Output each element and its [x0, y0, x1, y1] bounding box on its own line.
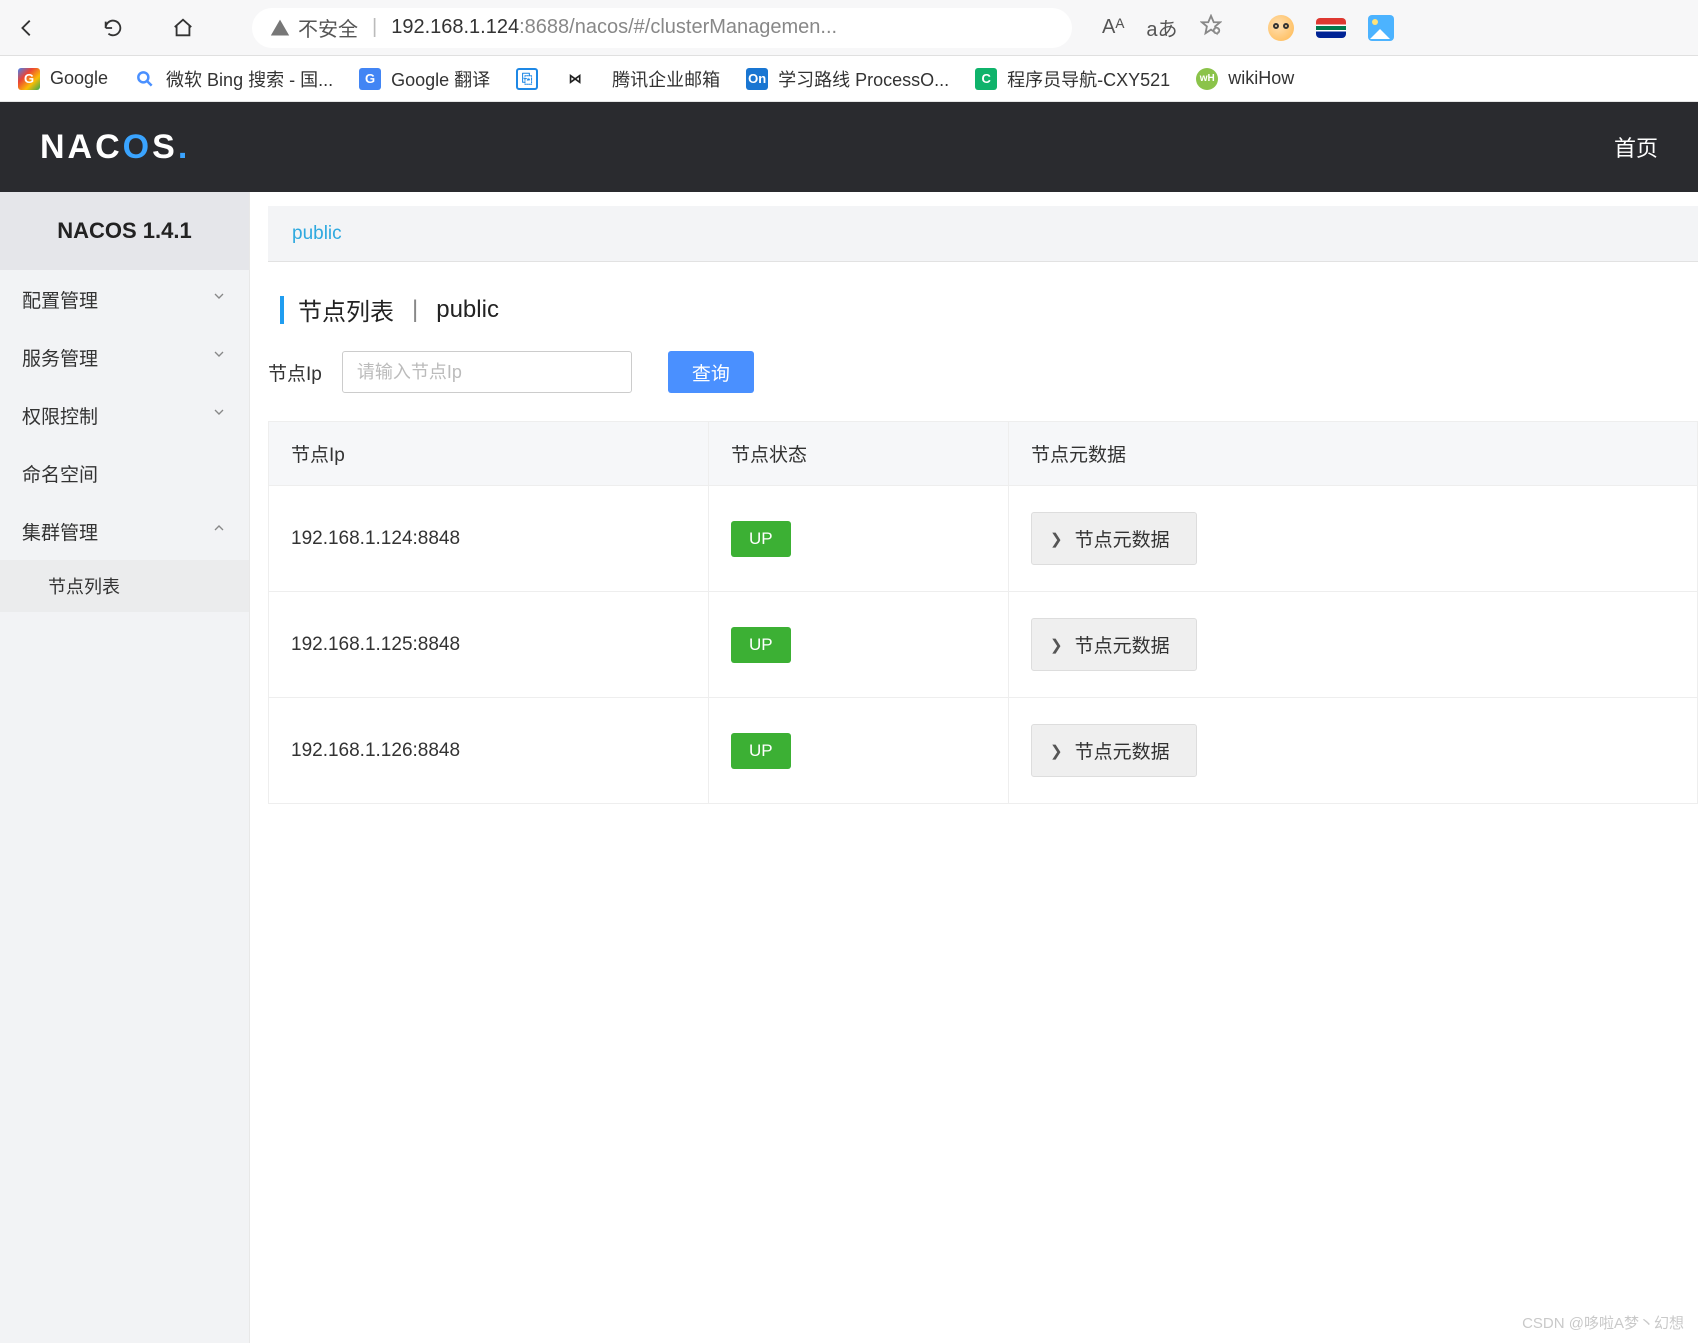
sidebar-item-label: 集群管理: [22, 518, 98, 545]
col-ip: 节点Ip: [269, 422, 709, 486]
chevron-down-icon: [211, 346, 227, 368]
status-badge: UP: [731, 627, 791, 663]
warning-icon: [270, 18, 290, 38]
table-row: 192.168.1.125:8848 UP ❯节点元数据: [269, 592, 1698, 698]
watermark: CSDN @哆啦A梦丶幻想: [1522, 1312, 1684, 1333]
title-separator: |: [412, 296, 418, 324]
chevron-right-icon: ❯: [1050, 636, 1063, 654]
nacos-logo: NACOS.: [40, 128, 190, 167]
cell-ip: 192.168.1.125:8848: [269, 592, 709, 698]
bookmark-app2[interactable]: ⋈: [564, 68, 586, 90]
node-table: 节点Ip 节点状态 节点元数据 192.168.1.124:8848 UP ❯节…: [268, 421, 1698, 804]
page-title-text: 节点列表: [298, 292, 394, 327]
sidebar-sub-nodelist[interactable]: 节点列表: [0, 560, 249, 612]
table-row: 192.168.1.124:8848 UP ❯节点元数据: [269, 486, 1698, 592]
page-title: 节点列表 | public: [280, 292, 1698, 327]
sidebar-item-label: 权限控制: [22, 402, 98, 429]
namespace-tabs: public: [268, 206, 1698, 262]
app-body: NACOS 1.4.1 配置管理 服务管理 权限控制 命名空间 集群管理 节点列…: [0, 192, 1698, 1343]
main-content: public 节点列表 | public 节点Ip 查询 节点Ip 节点状态 节…: [250, 192, 1698, 1343]
page-namespace: public: [436, 296, 499, 324]
meta-expand-button[interactable]: ❯节点元数据: [1031, 724, 1197, 777]
browser-toolbar: 不安全 | 192.168.1.124:8688/nacos/#/cluster…: [0, 0, 1698, 56]
insecure-badge: 不安全: [270, 13, 358, 42]
table-header-row: 节点Ip 节点状态 节点元数据: [269, 422, 1698, 486]
bookmark-processon[interactable]: On学习路线 ProcessO...: [746, 66, 949, 92]
bookmark-google[interactable]: GGoogle: [18, 68, 108, 90]
cell-status: UP: [709, 592, 1009, 698]
sidebar-item-config[interactable]: 配置管理: [0, 270, 249, 328]
sidebar-item-label: 服务管理: [22, 344, 98, 371]
sidebar-item-label: 命名空间: [22, 460, 98, 487]
cell-meta: ❯节点元数据: [1009, 592, 1698, 698]
bookmark-bing[interactable]: 微软 Bing 搜索 - 国...: [134, 66, 333, 92]
cell-meta: ❯节点元数据: [1009, 486, 1698, 592]
sidebar-item-namespace[interactable]: 命名空间: [0, 444, 249, 502]
tab-public[interactable]: public: [292, 223, 342, 245]
reading-mode-icon[interactable]: Aᴬ: [1102, 16, 1124, 39]
bookmark-app1[interactable]: ⎘: [516, 68, 538, 90]
search-icon: [134, 68, 156, 90]
app-header: NACOS. 首页: [0, 102, 1698, 192]
node-ip-input[interactable]: [342, 351, 632, 393]
cell-meta: ❯节点元数据: [1009, 698, 1698, 804]
col-status: 节点状态: [709, 422, 1009, 486]
home-icon[interactable]: [172, 17, 194, 39]
status-badge: UP: [731, 521, 791, 557]
filter-label-ip: 节点Ip: [268, 359, 322, 386]
favorite-icon[interactable]: [1200, 14, 1222, 42]
address-bar[interactable]: 不安全 | 192.168.1.124:8688/nacos/#/cluster…: [252, 8, 1072, 48]
url-text: 192.168.1.124:8688/nacos/#/clusterManage…: [391, 16, 1040, 39]
col-meta: 节点元数据: [1009, 422, 1698, 486]
translate-icon[interactable]: aあ: [1146, 13, 1177, 42]
title-bar-accent: [280, 296, 284, 324]
sidebar-item-permission[interactable]: 权限控制: [0, 386, 249, 444]
meta-expand-button[interactable]: ❯节点元数据: [1031, 512, 1197, 565]
sidebar-item-cluster[interactable]: 集群管理: [0, 502, 249, 560]
cell-status: UP: [709, 698, 1009, 804]
chevron-down-icon: [211, 288, 227, 310]
cell-ip: 192.168.1.126:8848: [269, 698, 709, 804]
bookmark-wikihow[interactable]: wHwikiHow: [1196, 68, 1294, 90]
sidebar-title: NACOS 1.4.1: [0, 192, 249, 270]
cell-ip: 192.168.1.124:8848: [269, 486, 709, 592]
bookmark-tencent-mail[interactable]: 腾讯企业邮箱: [612, 66, 720, 92]
status-badge: UP: [731, 733, 791, 769]
query-button[interactable]: 查询: [668, 351, 754, 393]
cell-status: UP: [709, 486, 1009, 592]
meta-expand-button[interactable]: ❯节点元数据: [1031, 618, 1197, 671]
table-row: 192.168.1.126:8848 UP ❯节点元数据: [269, 698, 1698, 804]
bookmark-google-translate[interactable]: GGoogle 翻译: [359, 66, 490, 92]
bookmark-cxy521[interactable]: C程序员导航-CXY521: [975, 66, 1170, 92]
nav-home[interactable]: 首页: [1614, 131, 1658, 163]
sidebar-item-service[interactable]: 服务管理: [0, 328, 249, 386]
chevron-right-icon: ❯: [1050, 530, 1063, 548]
chevron-right-icon: ❯: [1050, 742, 1063, 760]
bookmarks-bar: GGoogle 微软 Bing 搜索 - 国... GGoogle 翻译 ⎘ ⋈…: [0, 56, 1698, 102]
toolbar-right: Aᴬ aあ: [1102, 13, 1394, 42]
photos-icon[interactable]: [1368, 15, 1394, 41]
refresh-icon[interactable]: [102, 17, 124, 39]
flag-icon[interactable]: [1316, 18, 1346, 38]
filter-row: 节点Ip 查询: [268, 351, 1698, 393]
chevron-up-icon: [211, 520, 227, 542]
back-icon[interactable]: [16, 17, 38, 39]
sidebar: NACOS 1.4.1 配置管理 服务管理 权限控制 命名空间 集群管理 节点列…: [0, 192, 250, 1343]
chevron-down-icon: [211, 404, 227, 426]
addr-separator: |: [372, 16, 377, 39]
sidebar-item-label: 配置管理: [22, 286, 98, 313]
insecure-label: 不安全: [298, 13, 358, 42]
profile-avatar-icon[interactable]: [1268, 15, 1294, 41]
